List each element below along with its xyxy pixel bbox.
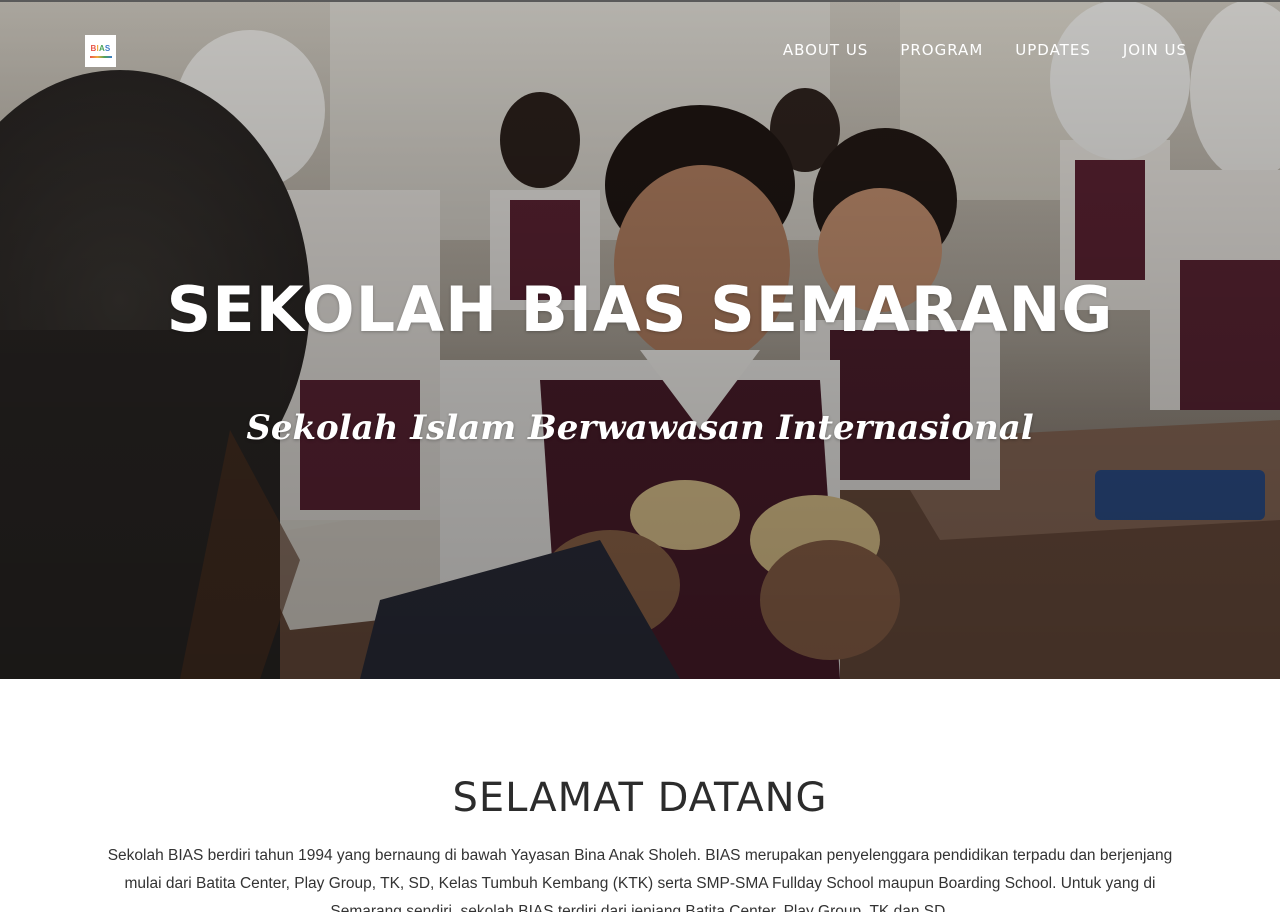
nav-link-updates[interactable]: UPDATES [1015,40,1091,60]
welcome-paragraph: Sekolah BIAS berdiri tahun 1994 yang ber… [107,847,1173,912]
logo-wordmark: BIAS [90,43,111,53]
nav-link-about-us[interactable]: ABOUT US [783,40,869,60]
hero-section: BIAS ABOUT US PROGRAM UPDATES JOIN US SE… [0,0,1280,679]
hero-title: SEKOLAH BIAS SEMARANG [166,273,1114,346]
main-navigation: ABOUT US PROGRAM UPDATES JOIN US [783,40,1187,60]
nav-link-program[interactable]: PROGRAM [900,40,983,60]
welcome-title: SELAMAT DATANG [452,775,828,821]
nav-link-join-us[interactable]: JOIN US [1123,40,1187,60]
logo-underline [89,55,112,58]
page: BIAS ABOUT US PROGRAM UPDATES JOIN US SE… [0,0,1280,912]
bias-logo[interactable]: BIAS [85,35,116,67]
hero-subtitle: Sekolah Islam Berwawasan Internasional [246,408,1034,448]
top-divider [0,0,1280,2]
